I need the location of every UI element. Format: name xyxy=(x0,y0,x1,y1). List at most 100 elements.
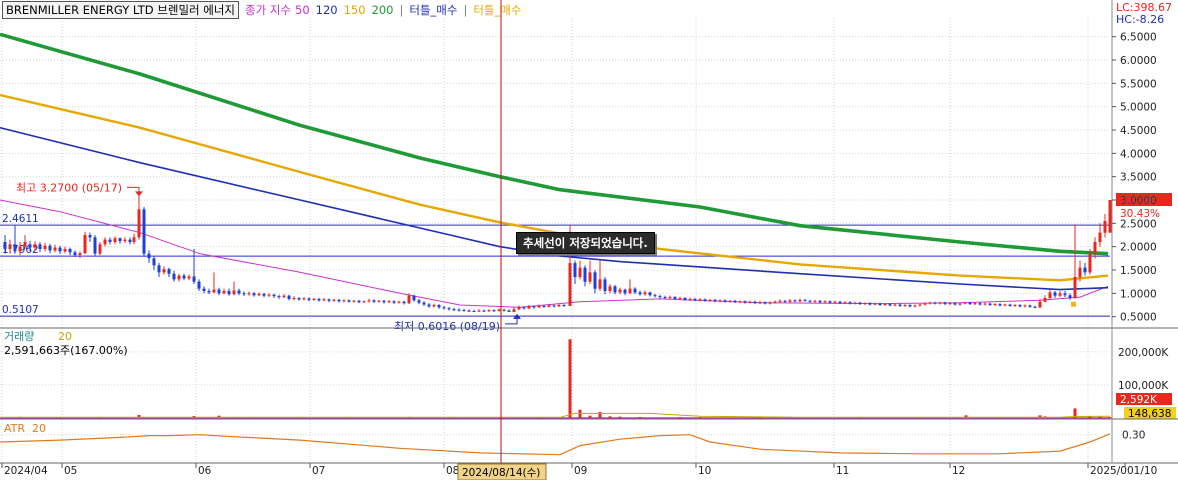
candle-body[interactable] xyxy=(202,288,206,291)
candle-body[interactable] xyxy=(412,295,416,301)
candle-body[interactable] xyxy=(212,289,216,293)
candle-body[interactable] xyxy=(788,300,792,302)
candle-body[interactable] xyxy=(542,305,546,307)
candle-body[interactable] xyxy=(118,238,122,242)
candle-body[interactable] xyxy=(1058,293,1062,296)
candle-body[interactable] xyxy=(33,244,37,248)
candle-body[interactable] xyxy=(573,263,577,277)
candle-body[interactable] xyxy=(948,303,952,305)
candle-body[interactable] xyxy=(888,304,892,306)
candle-body[interactable] xyxy=(598,279,602,289)
candle-body[interactable] xyxy=(132,237,136,242)
candle-body[interactable] xyxy=(88,235,92,238)
candle-body[interactable] xyxy=(678,298,682,299)
candle-body[interactable] xyxy=(1048,292,1052,298)
candle-body[interactable] xyxy=(718,300,722,302)
candle-body[interactable] xyxy=(708,299,712,301)
candle-body[interactable] xyxy=(372,300,376,302)
candle-body[interactable] xyxy=(823,301,827,303)
candle-body[interactable] xyxy=(933,302,937,304)
candle-body[interactable] xyxy=(422,302,426,305)
candle-body[interactable] xyxy=(903,305,907,306)
candle-body[interactable] xyxy=(362,301,366,303)
candle-body[interactable] xyxy=(843,302,847,304)
candle-body[interactable] xyxy=(337,299,341,302)
signal-label-2[interactable]: 터틀_매수 xyxy=(473,2,521,18)
candle-body[interactable] xyxy=(38,244,42,249)
candle-body[interactable] xyxy=(472,311,476,313)
candle-body[interactable] xyxy=(382,300,386,303)
candle-body[interactable] xyxy=(83,235,87,254)
candle-body[interactable] xyxy=(367,300,371,302)
volume-bar[interactable] xyxy=(608,416,612,418)
candle-body[interactable] xyxy=(93,237,97,254)
candle-body[interactable] xyxy=(868,303,872,305)
candle-body[interactable] xyxy=(858,302,862,305)
candle-body[interactable] xyxy=(452,309,456,311)
candle-body[interactable] xyxy=(147,253,151,259)
candle-body[interactable] xyxy=(507,310,511,312)
candle-body[interactable] xyxy=(593,272,597,289)
volume-bar[interactable] xyxy=(1098,416,1102,418)
signal-label-1[interactable]: 터틀_매수 xyxy=(409,2,457,18)
candle-body[interactable] xyxy=(332,299,336,301)
candle-body[interactable] xyxy=(833,301,837,303)
candle-body[interactable] xyxy=(668,297,672,299)
candle-body[interactable] xyxy=(728,300,732,302)
candle-body[interactable] xyxy=(693,298,697,301)
candle-body[interactable] xyxy=(918,304,922,306)
candle-body[interactable] xyxy=(322,299,326,301)
candle-body[interactable] xyxy=(18,246,22,252)
candle-body[interactable] xyxy=(838,301,842,304)
candle-body[interactable] xyxy=(13,244,17,252)
candle-body[interactable] xyxy=(48,245,52,251)
candle-body[interactable] xyxy=(532,306,536,308)
candle-body[interactable] xyxy=(272,294,276,297)
candle-body[interactable] xyxy=(437,305,441,308)
candle-body[interactable] xyxy=(137,209,141,238)
candle-body[interactable] xyxy=(192,276,196,282)
candle-body[interactable] xyxy=(312,298,316,300)
candle-body[interactable] xyxy=(603,279,607,291)
volume-bar[interactable] xyxy=(588,415,592,418)
volume-bar[interactable] xyxy=(758,417,762,419)
candle-body[interactable] xyxy=(988,303,992,305)
candle-body[interactable] xyxy=(1073,277,1077,298)
candle-body[interactable] xyxy=(848,302,852,304)
candle-body[interactable] xyxy=(938,302,942,304)
candle-body[interactable] xyxy=(113,238,117,242)
candle-body[interactable] xyxy=(758,302,762,304)
candle-body[interactable] xyxy=(1033,306,1037,308)
candle-body[interactable] xyxy=(447,308,451,310)
candle-body[interactable] xyxy=(522,307,526,309)
candle-body[interactable] xyxy=(928,302,932,304)
candle-body[interactable] xyxy=(578,267,582,277)
candle-body[interactable] xyxy=(242,293,246,295)
candle-body[interactable] xyxy=(63,249,67,252)
candle-body[interactable] xyxy=(923,303,927,305)
candle-body[interactable] xyxy=(227,291,231,295)
candle-body[interactable] xyxy=(878,303,882,305)
candle-body[interactable] xyxy=(568,263,572,306)
candle-body[interactable] xyxy=(633,288,637,293)
candle-body[interactable] xyxy=(512,309,516,312)
candle-body[interactable] xyxy=(292,298,296,299)
candle-body[interactable] xyxy=(1053,292,1057,296)
candle-body[interactable] xyxy=(798,299,802,302)
candle-body[interactable] xyxy=(978,303,982,305)
candle-body[interactable] xyxy=(738,301,742,303)
candle-body[interactable] xyxy=(537,305,541,308)
candle-body[interactable] xyxy=(527,306,531,309)
candle-body[interactable] xyxy=(172,273,176,280)
candle-body[interactable] xyxy=(282,295,286,298)
candle-body[interactable] xyxy=(287,295,291,299)
volume-bar[interactable] xyxy=(638,417,642,419)
candle-body[interactable] xyxy=(1063,293,1067,296)
candle-body[interactable] xyxy=(357,300,361,303)
candle-body[interactable] xyxy=(1088,253,1092,273)
candle-body[interactable] xyxy=(808,300,812,302)
candle-body[interactable] xyxy=(477,310,481,312)
candle-body[interactable] xyxy=(482,310,486,312)
candle-body[interactable] xyxy=(898,304,902,306)
candle-body[interactable] xyxy=(58,247,62,252)
